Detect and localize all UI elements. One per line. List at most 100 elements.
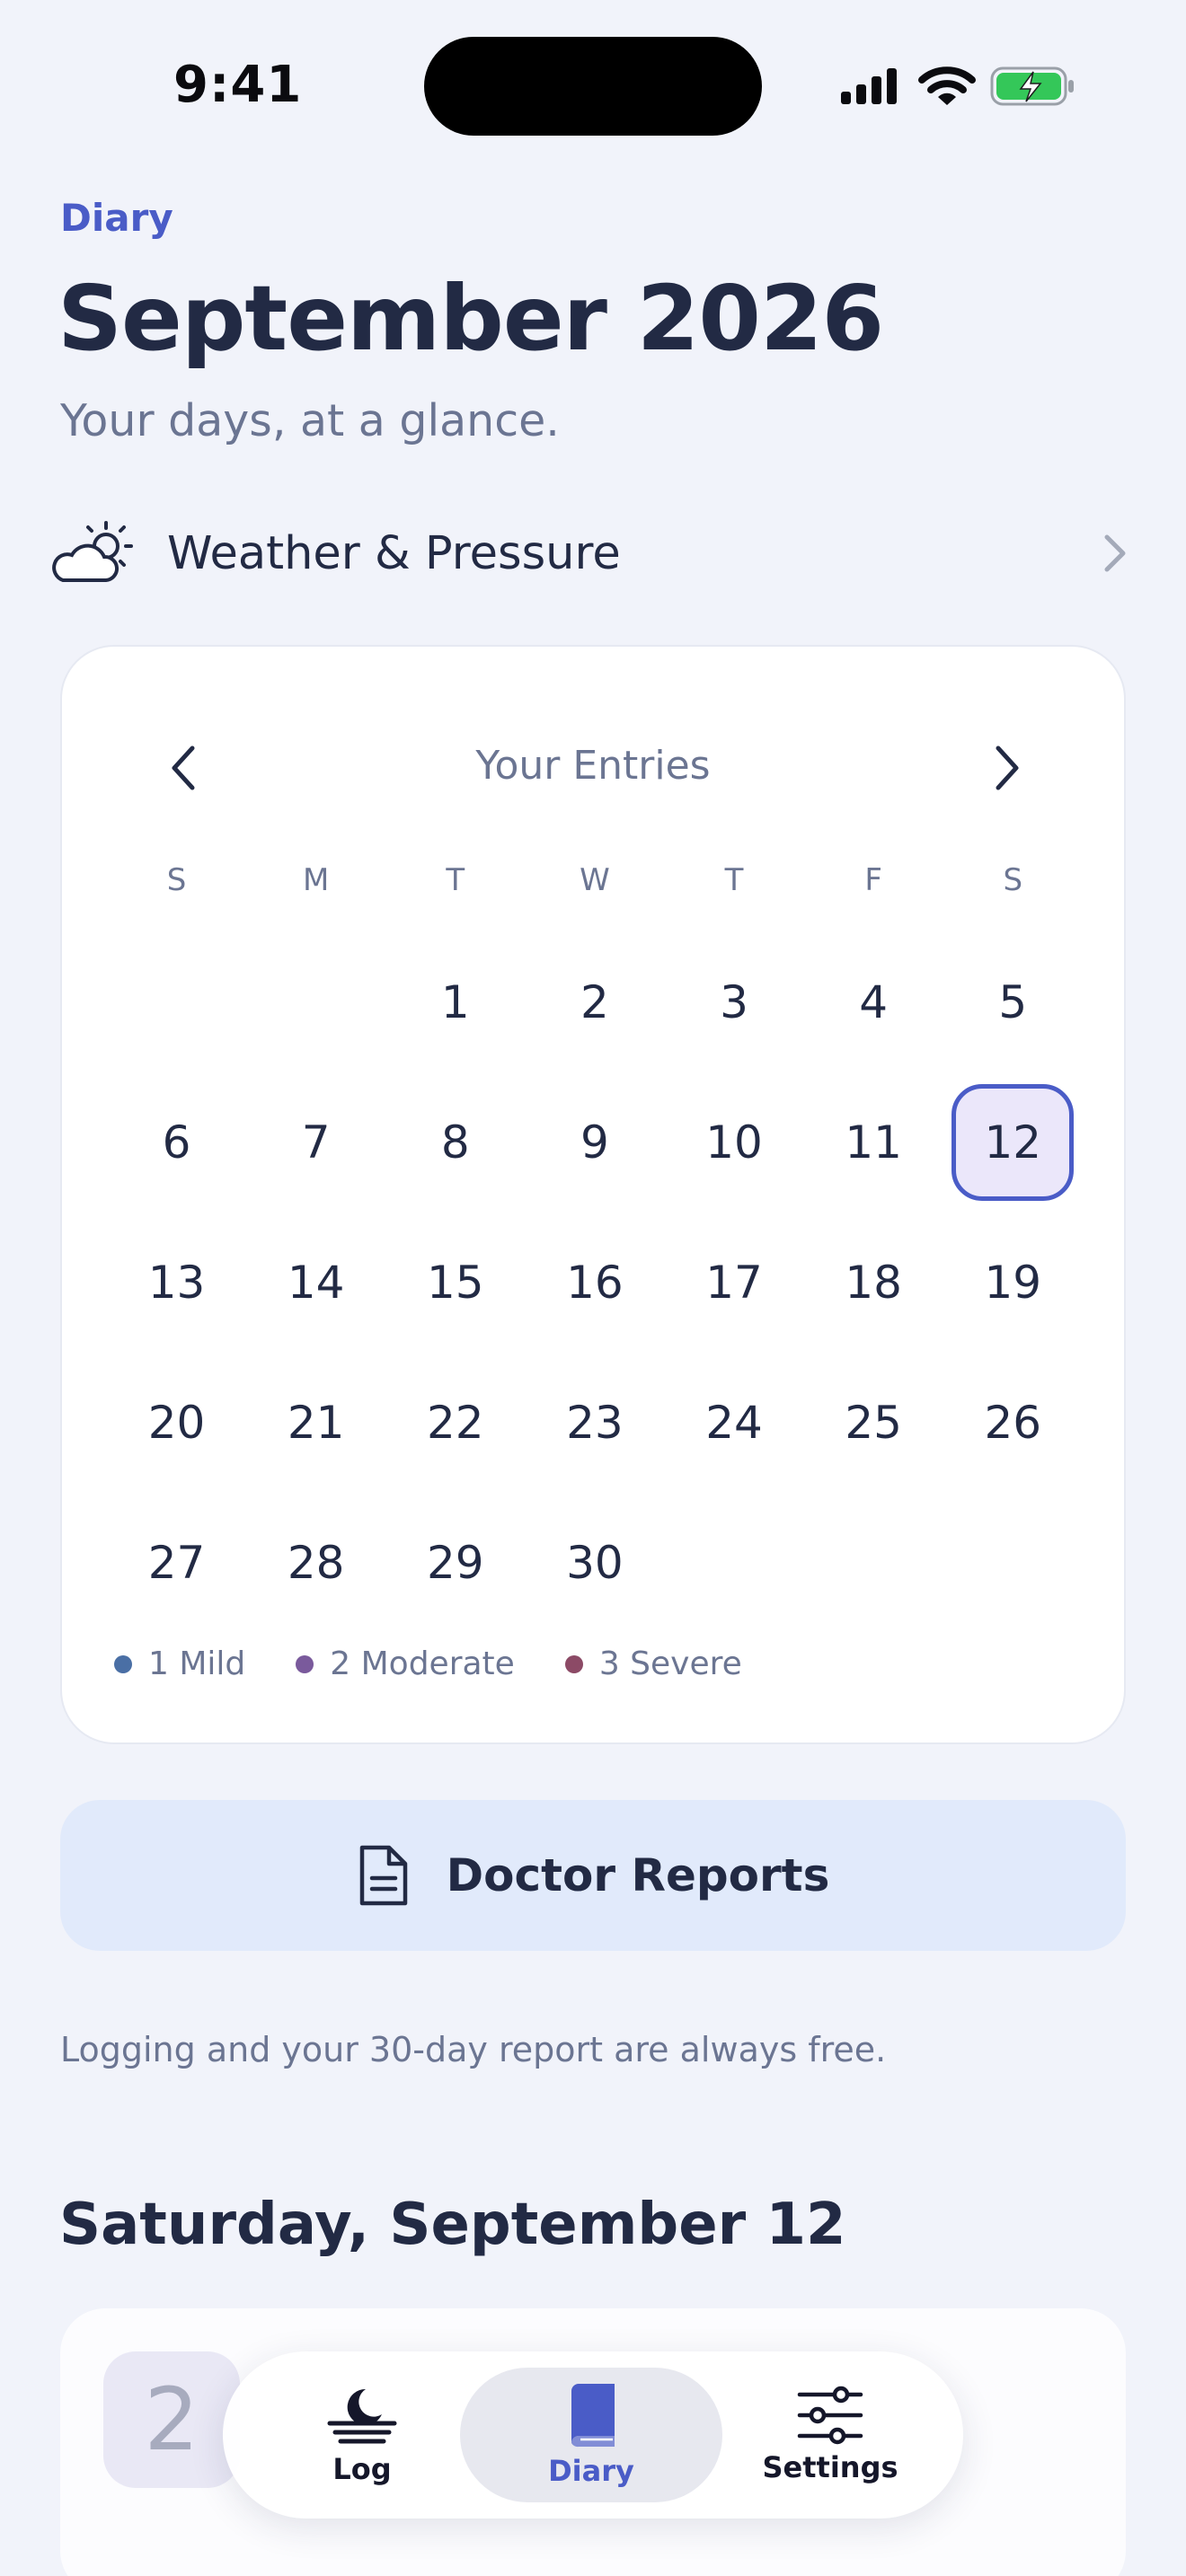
tab-settings-label: Settings <box>762 2450 898 2484</box>
calendar-day-number: 1 <box>440 976 470 1028</box>
severity-legend: 1 Mild 2 Moderate 3 Severe <box>114 1645 792 1682</box>
calendar-day[interactable]: 23 <box>525 1353 664 1493</box>
calendar-day[interactable]: 27 <box>107 1493 246 1633</box>
calendar-day[interactable]: 7 <box>246 1072 385 1213</box>
calendar-day-number: 6 <box>162 1116 191 1169</box>
calendar-day[interactable]: 15 <box>385 1213 525 1353</box>
wifi-icon <box>918 66 976 105</box>
calendar-empty-cell <box>943 1493 1083 1633</box>
calendar-grid: 1 2 3 4 5 6 7 8 9 10 11 12 13 14 15 16 17 18 19 20 21 22 23 24 2… <box>107 932 1083 1633</box>
calendar-day-number: 3 <box>720 976 748 1028</box>
book-icon <box>571 2384 615 2448</box>
weekday-label: S <box>1003 862 1023 898</box>
legend-item: 3 Severe <box>564 1645 742 1682</box>
weekday-label: T <box>724 862 744 898</box>
partly-cloudy-icon <box>52 521 133 582</box>
dynamic-island <box>424 37 762 136</box>
calendar-day[interactable]: 26 <box>943 1353 1083 1493</box>
legend-dot <box>296 1654 314 1673</box>
calendar-day-number: 10 <box>705 1116 763 1169</box>
legend-item: 2 Moderate <box>296 1645 515 1682</box>
calendar-empty-cell <box>804 1493 943 1633</box>
calendar-day-number: 27 <box>147 1537 206 1589</box>
calendar-day[interactable]: 24 <box>665 1353 804 1493</box>
legend-dot <box>114 1654 132 1673</box>
calendar-day[interactable]: 11 <box>804 1072 943 1213</box>
sliders-icon <box>797 2386 863 2445</box>
calendar-day[interactable]: 8 <box>385 1072 525 1213</box>
calendar-title: Your Entries <box>475 743 711 789</box>
doctor-reports-label: Doctor Reports <box>446 1849 830 1901</box>
calendar-day[interactable]: 4 <box>804 932 943 1072</box>
legend-dot <box>564 1654 583 1673</box>
calendar-empty-cell <box>665 1493 804 1633</box>
calendar-day[interactable]: 13 <box>107 1213 246 1353</box>
calendar-day[interactable]: 16 <box>525 1213 664 1353</box>
calendar-day-number <box>951 1504 1074 1621</box>
tab-settings[interactable]: Settings <box>726 2368 934 2502</box>
legend-label: 2 Moderate <box>330 1645 515 1682</box>
calendar-day[interactable]: 22 <box>385 1353 525 1493</box>
calendar-day[interactable]: 10 <box>665 1072 804 1213</box>
doctor-reports-button[interactable]: Doctor Reports <box>60 1800 1126 1951</box>
calendar-day-number <box>255 944 377 1061</box>
calendar-day[interactable]: 12 <box>943 1072 1083 1213</box>
calendar-day[interactable]: 3 <box>665 932 804 1072</box>
calendar-day-number: 17 <box>705 1257 763 1309</box>
tab-diary[interactable]: Diary <box>460 2368 722 2502</box>
calendar-day-number: 24 <box>705 1397 763 1449</box>
calendar-day[interactable]: 20 <box>107 1353 246 1493</box>
calendar-card: Your Entries S M T W T F S 1 2 3 4 5 6 7 8 9 10 11… <box>60 645 1126 1744</box>
calendar-day-number: 15 <box>427 1257 484 1309</box>
calendar-day[interactable]: 6 <box>107 1072 246 1213</box>
calendar-day-number: 2 <box>580 976 609 1028</box>
diary-screen: 9:41 Diary September 2026 Your days, at … <box>0 0 1186 2576</box>
calendar-day[interactable]: 30 <box>525 1493 664 1633</box>
calendar-day[interactable]: 9 <box>525 1072 664 1213</box>
calendar-empty-cell <box>107 932 246 1072</box>
calendar-day-number <box>116 944 238 1061</box>
calendar-day-number: 28 <box>287 1537 345 1589</box>
calendar-day-number: 13 <box>147 1257 206 1309</box>
weather-pressure-row[interactable]: Weather & Pressure <box>50 510 1128 596</box>
calendar-day-number: 12 <box>951 1084 1075 1201</box>
tab-log[interactable]: Log <box>259 2368 465 2502</box>
chevron-right-icon <box>1104 534 1126 572</box>
calendar-empty-cell <box>246 932 385 1072</box>
calendar-header: Your Entries <box>62 732 1124 804</box>
calendar-day[interactable]: 28 <box>246 1493 385 1633</box>
calendar-day[interactable]: 2 <box>525 932 664 1072</box>
section-eyebrow: Diary <box>60 196 173 240</box>
severity-badge: 2 <box>103 2351 240 2488</box>
calendar-day-number: 7 <box>301 1116 331 1169</box>
calendar-day-number: 18 <box>845 1257 902 1309</box>
battery-charging-icon <box>990 66 1074 106</box>
next-month-button[interactable] <box>971 732 1043 804</box>
calendar-day-number: 29 <box>427 1537 484 1589</box>
calendar-day-number: 23 <box>566 1397 624 1449</box>
calendar-day[interactable]: 25 <box>804 1353 943 1493</box>
calendar-day-number: 20 <box>147 1397 206 1449</box>
weekday-label: S <box>166 862 187 898</box>
calendar-day[interactable]: 29 <box>385 1493 525 1633</box>
calendar-day[interactable]: 17 <box>665 1213 804 1353</box>
calendar-day[interactable]: 14 <box>246 1213 385 1353</box>
weekday-label: W <box>580 862 610 898</box>
tab-diary-label: Diary <box>548 2454 634 2488</box>
calendar-day-number: 5 <box>998 976 1028 1028</box>
calendar-day[interactable]: 18 <box>804 1213 943 1353</box>
selected-date-heading: Saturday, September 12 <box>59 2192 846 2258</box>
calendar-day-number: 21 <box>287 1397 345 1449</box>
calendar-day[interactable]: 19 <box>943 1213 1083 1353</box>
calendar-day[interactable]: 1 <box>385 932 525 1072</box>
weekday-header: S M T W T F S <box>107 862 1083 898</box>
calendar-day-number <box>812 1504 934 1621</box>
legend-item: 1 Mild <box>114 1645 245 1682</box>
calendar-day-number: 16 <box>566 1257 624 1309</box>
tab-bar: Log Diary Settings <box>223 2351 963 2519</box>
document-icon <box>359 1845 407 1906</box>
calendar-day-number: 22 <box>427 1397 484 1449</box>
calendar-day[interactable]: 21 <box>246 1353 385 1493</box>
legend-label: 1 Mild <box>148 1645 246 1682</box>
calendar-day[interactable]: 5 <box>943 932 1083 1072</box>
